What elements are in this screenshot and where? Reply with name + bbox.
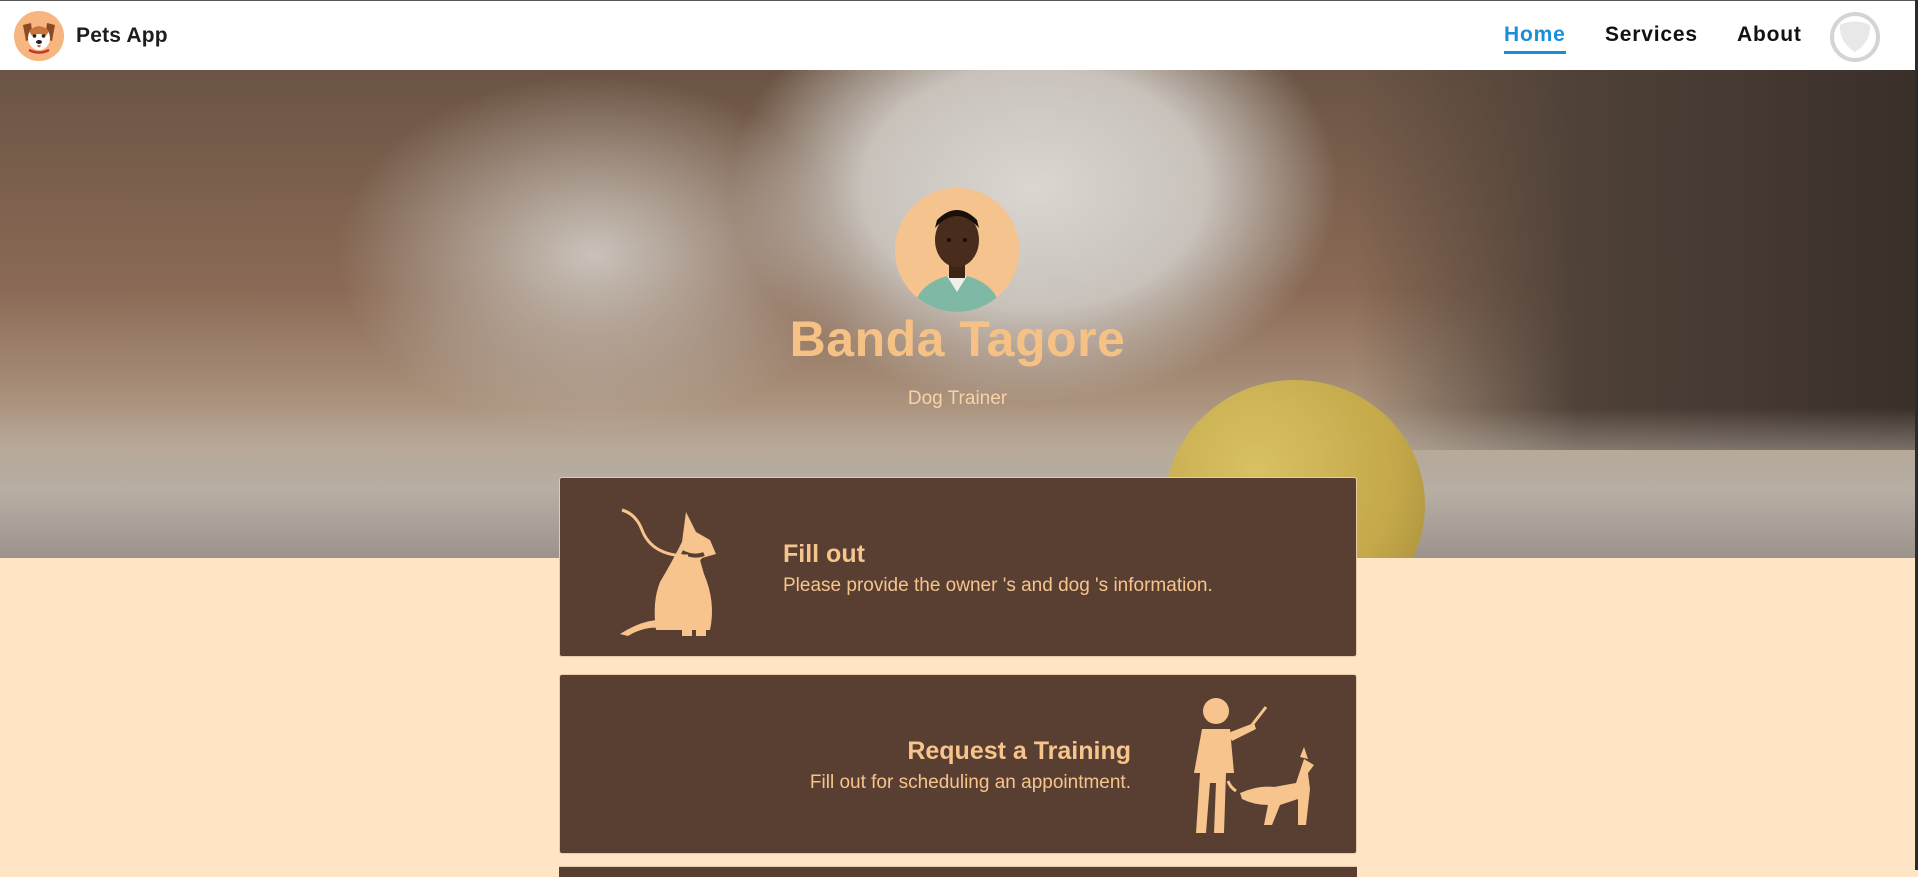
request-training-text: Request a Training Fill out for scheduli… bbox=[810, 737, 1131, 794]
profile-name: Banda Tagore bbox=[789, 311, 1126, 367]
brand-name: Pets App bbox=[76, 24, 168, 47]
fill-out-description: Please provide the owner 's and dog 's i… bbox=[783, 575, 1213, 596]
request-training-card[interactable]: Request a Training Fill out for scheduli… bbox=[559, 674, 1357, 854]
fill-out-title: Fill out bbox=[783, 540, 865, 568]
profile-avatar bbox=[895, 188, 1019, 312]
sitting-dog-leash-icon bbox=[612, 502, 732, 642]
trainer-with-dog-icon bbox=[1168, 693, 1318, 843]
fill-out-card[interactable]: Fill out Please provide the owner 's and… bbox=[559, 477, 1357, 657]
user-avatar-button[interactable] bbox=[1830, 12, 1880, 62]
nav-item-about[interactable]: About bbox=[1737, 23, 1802, 51]
nav-link-services[interactable]: Services bbox=[1605, 23, 1698, 51]
request-training-description: Fill out for scheduling an appointment. bbox=[809, 772, 1131, 793]
next-card-edge bbox=[559, 866, 1357, 877]
nav-item-services[interactable]: Services bbox=[1605, 23, 1698, 51]
request-training-title: Request a Training bbox=[907, 737, 1131, 765]
dog-logo-icon bbox=[14, 11, 64, 61]
profile-role: Dog Trainer bbox=[907, 388, 1008, 409]
nav-link-home[interactable]: Home bbox=[1504, 23, 1566, 54]
brand[interactable]: Pets App bbox=[14, 11, 168, 61]
fill-out-text: Fill out Please provide the owner 's and… bbox=[783, 540, 1213, 597]
nav-item-home[interactable]: Home bbox=[1504, 23, 1566, 54]
nav-link-about[interactable]: About bbox=[1737, 23, 1802, 51]
user-avatar-icon bbox=[1839, 21, 1871, 52]
top-navbar: Pets App Home Services About bbox=[0, 0, 1918, 70]
